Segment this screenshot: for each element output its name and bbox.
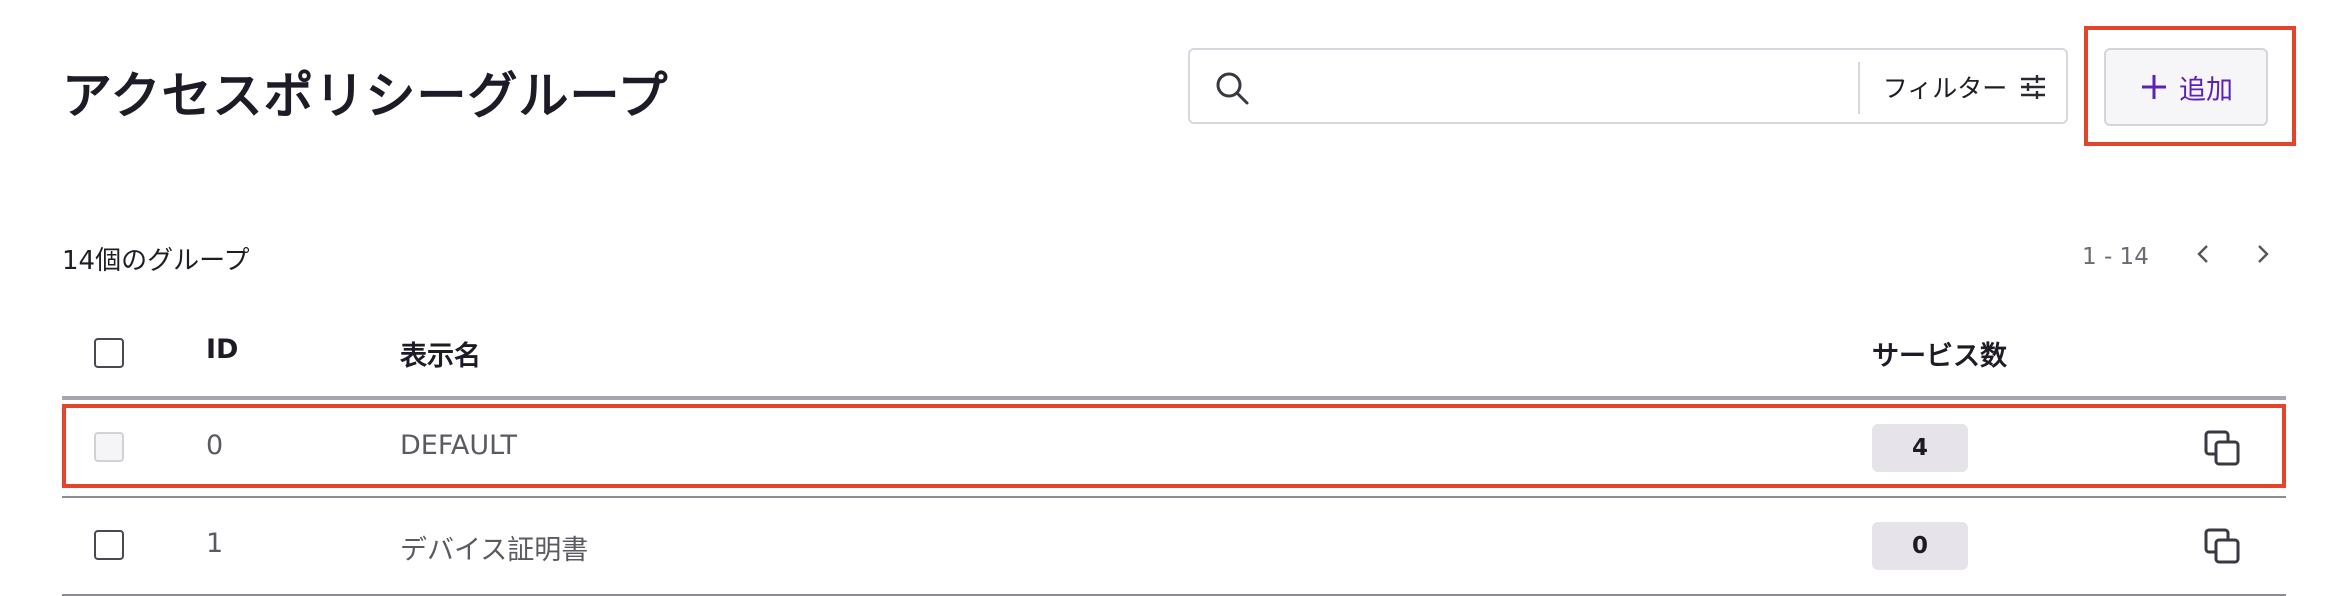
row-name[interactable]: デバイス証明書 [400,528,588,567]
page-range: 1 - 14 [2082,244,2149,270]
table-header: ID 表示名 サービス数 [62,320,2286,400]
row-id: 1 [206,528,224,559]
table-row[interactable]: 1 デバイス証明書 0 [62,498,2286,596]
add-label: 追加 [2179,74,2233,106]
group-count: 14個のグループ [62,246,250,276]
search-box[interactable]: フィルター [1188,48,2068,124]
service-count-badge: 0 [1872,522,1968,570]
prev-page-button[interactable] [2186,238,2220,274]
column-header-services[interactable]: サービス数 [1872,334,2007,373]
highlight-default-row [62,404,2286,488]
add-button[interactable]: 追加 [2104,48,2268,126]
column-header-name[interactable]: 表示名 [400,334,481,373]
copy-button[interactable] [2200,524,2244,568]
column-header-id[interactable]: ID [206,334,238,365]
sliders-icon [2019,73,2047,101]
filter-button[interactable]: フィルター [1870,58,2060,116]
chevron-right-icon [2254,243,2272,269]
plus-icon [2139,72,2169,102]
search-divider [1858,62,1860,114]
next-page-button[interactable] [2246,238,2280,274]
row-checkbox[interactable] [94,530,124,560]
page-title: アクセスポリシーグループ [62,67,669,125]
chevron-left-icon [2194,243,2212,269]
select-all-checkbox[interactable] [94,338,124,368]
filter-label: フィルター [1882,74,2008,103]
copy-icon [2200,528,2244,572]
search-icon [1212,68,1252,108]
